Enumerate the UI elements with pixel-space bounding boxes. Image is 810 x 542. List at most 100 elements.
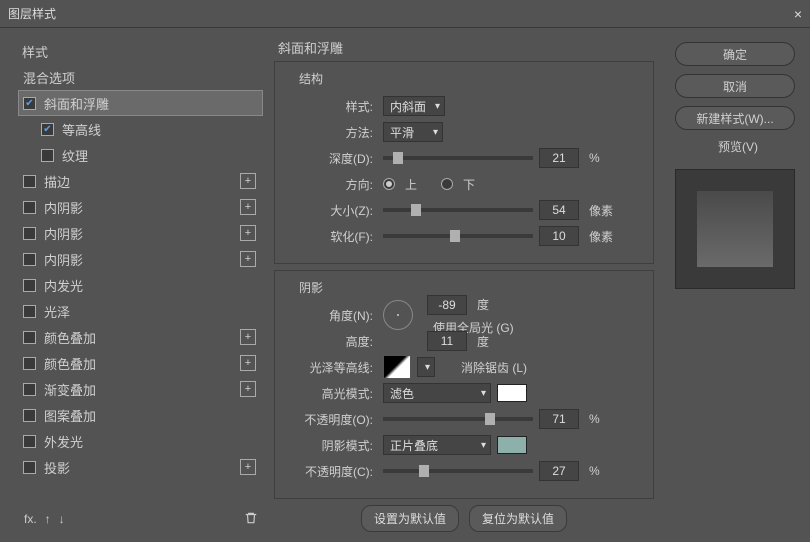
arrow-down-icon[interactable]: ↓ xyxy=(59,512,65,526)
direction-down-radio[interactable] xyxy=(441,178,453,190)
shadow-mode-label: 阴影模式: xyxy=(289,437,373,454)
style-row-6[interactable]: 内阴影+ xyxy=(18,246,263,272)
make-default-button[interactable]: 设置为默认值 xyxy=(361,505,459,532)
gloss-contour-label: 光泽等高线: xyxy=(289,359,373,376)
style-label: 内阴影 xyxy=(44,224,83,243)
trash-icon[interactable] xyxy=(244,511,258,528)
style-checkbox[interactable] xyxy=(23,409,36,422)
style-checkbox[interactable] xyxy=(23,305,36,318)
ok-button[interactable]: 确定 xyxy=(675,42,795,66)
altitude-label: 高度: xyxy=(289,333,373,350)
add-icon[interactable]: + xyxy=(240,329,256,345)
structure-fieldset: 结构 样式: 内斜面 方法: 平滑 深度(D): 21 % 方向: 上 xyxy=(274,61,654,264)
soften-slider[interactable] xyxy=(383,234,533,238)
titlebar: 图层样式 × xyxy=(0,0,810,28)
style-checkbox[interactable] xyxy=(23,461,36,474)
highlight-color-swatch[interactable] xyxy=(497,384,527,402)
shading-legend: 阴影 xyxy=(295,279,327,296)
style-row-9[interactable]: 颜色叠加 + xyxy=(18,324,263,350)
style-label: 纹理 xyxy=(62,146,88,165)
style-row-7[interactable]: 内发光 xyxy=(18,272,263,298)
arrow-up-icon[interactable]: ↑ xyxy=(45,512,51,526)
style-row-1[interactable]: 等高线 xyxy=(18,116,263,142)
style-select[interactable]: 内斜面 xyxy=(383,96,445,116)
new-style-button[interactable]: 新建样式(W)... xyxy=(675,106,795,130)
style-checkbox[interactable] xyxy=(23,279,36,292)
style-row-2[interactable]: 纹理 xyxy=(18,142,263,168)
shadow-opacity-input[interactable]: 27 xyxy=(539,461,579,481)
direction-up-label: 上 xyxy=(405,176,417,193)
add-icon[interactable]: + xyxy=(240,381,256,397)
size-input[interactable]: 54 xyxy=(539,200,579,220)
depth-input[interactable]: 21 xyxy=(539,148,579,168)
shadow-opacity-slider[interactable] xyxy=(383,469,533,473)
style-checkbox[interactable] xyxy=(23,357,36,370)
style-checkbox[interactable] xyxy=(23,201,36,214)
style-label: 内发光 xyxy=(44,276,83,295)
highlight-opacity-label: 不透明度(O): xyxy=(289,411,373,428)
close-icon[interactable]: × xyxy=(794,6,802,22)
fx-label[interactable]: fx. xyxy=(24,512,37,526)
styles-header: 样式 xyxy=(18,38,263,64)
style-checkbox[interactable] xyxy=(41,123,54,136)
shadow-mode-select[interactable]: 正片叠底 xyxy=(383,435,491,455)
style-checkbox[interactable] xyxy=(23,227,36,240)
style-label: 外发光 xyxy=(44,432,83,451)
technique-select[interactable]: 平滑 xyxy=(383,122,443,142)
angle-input[interactable]: -89 xyxy=(427,295,467,315)
soften-unit: 像素 xyxy=(589,228,613,245)
add-icon[interactable]: + xyxy=(240,199,256,215)
style-row-3[interactable]: 描边+ xyxy=(18,168,263,194)
shadow-color-swatch[interactable] xyxy=(497,436,527,454)
highlight-opacity-input[interactable]: 71 xyxy=(539,409,579,429)
style-row-14[interactable]: 投影 + xyxy=(18,454,263,480)
add-icon[interactable]: + xyxy=(240,173,256,189)
window-title: 图层样式 xyxy=(8,5,56,22)
style-row-0[interactable]: 斜面和浮雕 xyxy=(18,90,263,116)
size-slider[interactable] xyxy=(383,208,533,212)
highlight-opacity-unit: % xyxy=(589,412,600,426)
add-icon[interactable]: + xyxy=(240,459,256,475)
angle-label: 角度(N): xyxy=(289,307,373,324)
style-row-11[interactable]: 渐变叠加 + xyxy=(18,376,263,402)
style-row-4[interactable]: 内阴影 + xyxy=(18,194,263,220)
style-checkbox[interactable] xyxy=(23,331,36,344)
style-checkbox[interactable] xyxy=(23,97,36,110)
style-label: 样式: xyxy=(289,98,373,115)
style-checkbox[interactable] xyxy=(23,253,36,266)
style-label: 渐变叠加 xyxy=(44,380,96,399)
style-row-10[interactable]: 颜色叠加 + xyxy=(18,350,263,376)
style-checkbox[interactable] xyxy=(41,149,54,162)
add-icon[interactable]: + xyxy=(240,225,256,241)
style-label: 内阴影 xyxy=(44,198,83,217)
shading-fieldset: 阴影 角度(N): -89 度 使用全局光 (G) 高度: xyxy=(274,270,654,499)
style-checkbox[interactable] xyxy=(23,383,36,396)
style-row-12[interactable]: 图案叠加 xyxy=(18,402,263,428)
right-panel: 确定 取消 新建样式(W)... 预览(V) xyxy=(660,28,810,542)
highlight-opacity-slider[interactable] xyxy=(383,417,533,421)
soften-input[interactable]: 10 xyxy=(539,226,579,246)
style-row-13[interactable]: 外发光 xyxy=(18,428,263,454)
highlight-mode-select[interactable]: 滤色 xyxy=(383,383,491,403)
panel-title: 斜面和浮雕 xyxy=(274,38,654,57)
cancel-button[interactable]: 取消 xyxy=(675,74,795,98)
depth-slider[interactable] xyxy=(383,156,533,160)
gloss-contour-picker[interactable] xyxy=(383,355,411,379)
gloss-contour-dropdown[interactable] xyxy=(417,357,435,377)
size-unit: 像素 xyxy=(589,202,613,219)
altitude-input[interactable]: 11 xyxy=(427,331,467,351)
style-label: 投影 xyxy=(44,458,70,477)
style-label: 颜色叠加 xyxy=(44,328,96,347)
direction-up-radio[interactable] xyxy=(383,178,395,190)
style-checkbox[interactable] xyxy=(23,435,36,448)
blending-options-row[interactable]: 混合选项 xyxy=(18,64,263,90)
style-label: 颜色叠加 xyxy=(44,354,96,373)
add-icon[interactable]: + xyxy=(240,251,256,267)
shadow-opacity-unit: % xyxy=(589,464,600,478)
reset-default-button[interactable]: 复位为默认值 xyxy=(469,505,567,532)
style-checkbox[interactable] xyxy=(23,175,36,188)
style-row-8[interactable]: 光泽 xyxy=(18,298,263,324)
style-row-5[interactable]: 内阴影 + xyxy=(18,220,263,246)
add-icon[interactable]: + xyxy=(240,355,256,371)
angle-dial[interactable] xyxy=(383,300,413,330)
